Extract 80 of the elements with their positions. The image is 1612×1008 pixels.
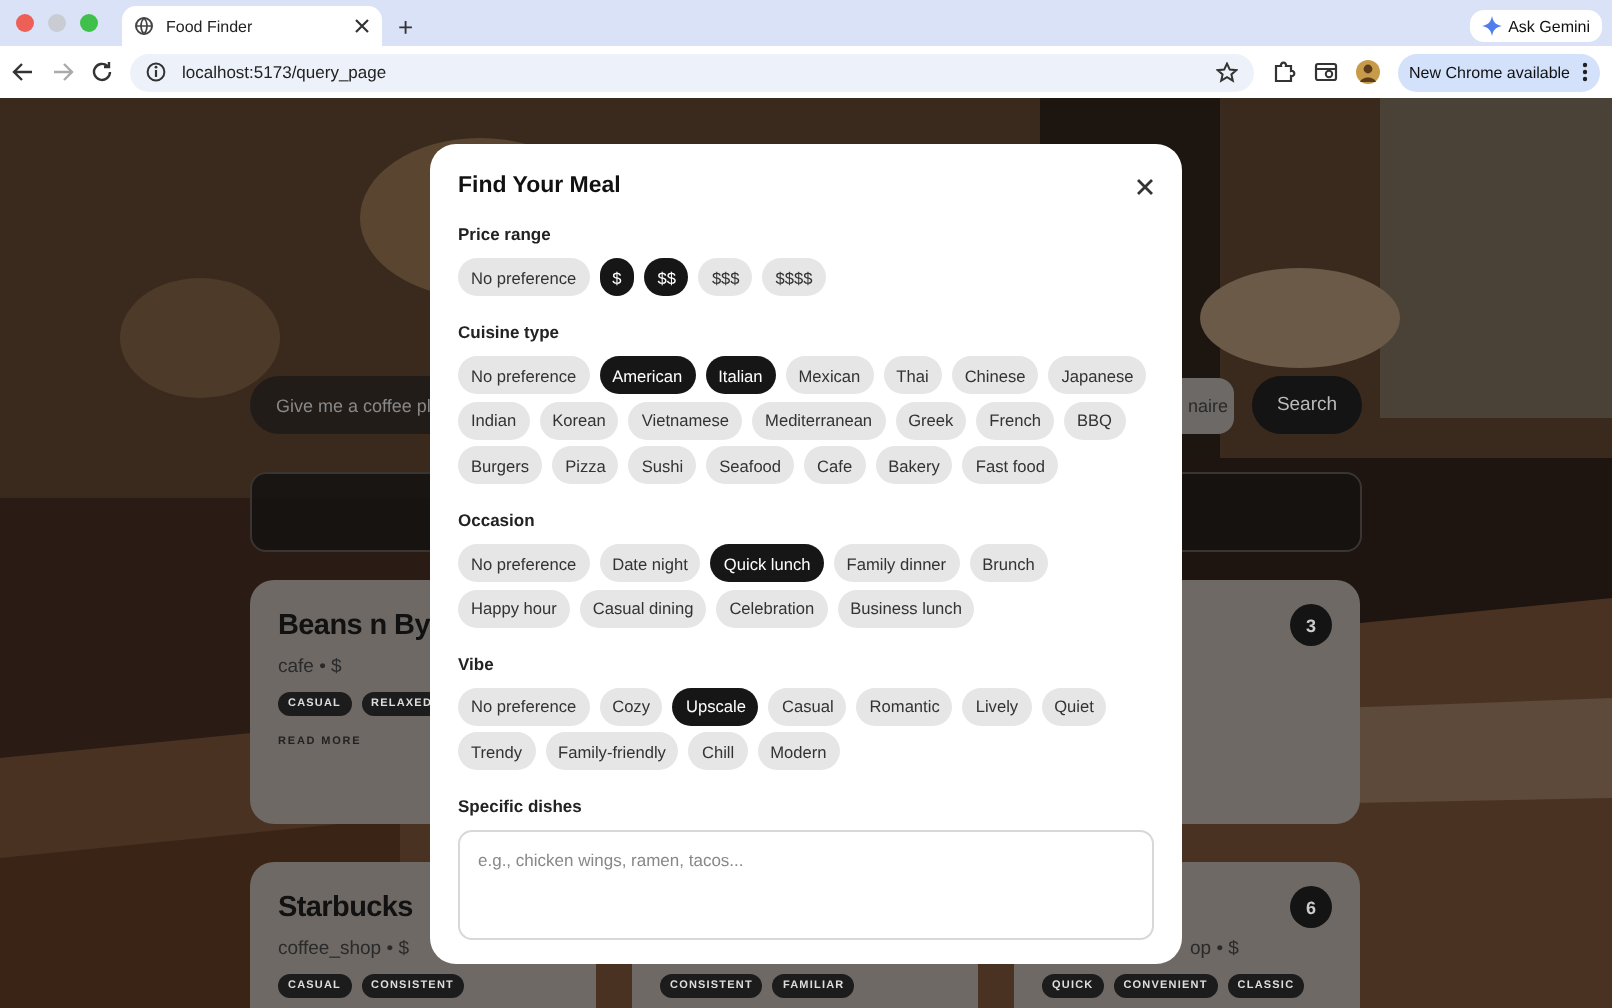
card-meta: cafe • $	[278, 656, 342, 678]
option-chip[interactable]: Happy hour	[458, 589, 570, 627]
section-label: Specific dishes	[458, 796, 584, 816]
option-chip[interactable]: Modern	[757, 732, 840, 770]
option-chip[interactable]: Quick lunch	[710, 544, 824, 582]
star-icon[interactable]	[1215, 61, 1238, 83]
option-chip[interactable]: Romantic	[856, 687, 953, 725]
close-icon[interactable]	[1136, 177, 1154, 195]
option-chip[interactable]: Quiet	[1041, 687, 1107, 725]
rank-badge: 3	[1290, 604, 1332, 646]
option-chip[interactable]: Cozy	[599, 687, 663, 725]
option-chip[interactable]: Casual	[768, 687, 847, 725]
option-chip[interactable]: Upscale	[672, 687, 759, 725]
option-chip[interactable]: BBQ	[1063, 401, 1126, 439]
option-chip[interactable]: Chill	[688, 732, 748, 770]
close-window-button[interactable]	[16, 14, 34, 32]
option-chip[interactable]: Family-friendly	[545, 732, 679, 770]
reload-icon[interactable]	[92, 62, 112, 82]
option-chip[interactable]: Italian	[705, 356, 776, 394]
section-label: Occasion	[458, 510, 537, 530]
option-chip[interactable]: Cafe	[804, 446, 866, 484]
address-bar[interactable]: localhost:5173/query_page	[130, 53, 1254, 91]
section-label: Cuisine type	[458, 322, 562, 342]
ask-gemini-button[interactable]: Ask Gemini	[1470, 10, 1602, 42]
option-chip[interactable]: Chinese	[951, 356, 1039, 394]
puzzle-icon[interactable]	[1271, 60, 1296, 84]
option-chip[interactable]: $$$$	[762, 258, 826, 296]
option-chip[interactable]: $	[599, 258, 635, 296]
close-icon[interactable]	[354, 18, 370, 34]
option-chip[interactable]: Fast food	[962, 446, 1058, 484]
option-chip[interactable]: No preference	[458, 258, 590, 296]
option-chip[interactable]: Trendy	[458, 732, 536, 770]
update-button[interactable]: New Chrome available	[1397, 53, 1600, 91]
option-chip[interactable]: Vietnamese	[628, 401, 743, 439]
info-icon[interactable]	[146, 62, 166, 82]
card-meta: coffee_shop • $	[278, 938, 409, 960]
option-chip[interactable]: Business lunch	[837, 589, 975, 627]
option-chip[interactable]: Indian	[458, 401, 530, 439]
option-chip[interactable]: No preference	[458, 544, 590, 582]
option-chip[interactable]: Casual dining	[579, 589, 707, 627]
option-chip[interactable]: Celebration	[716, 589, 828, 627]
option-chip[interactable]: Japanese	[1048, 356, 1147, 394]
option-chip[interactable]: $$	[644, 258, 689, 296]
option-chip[interactable]: Greek	[895, 401, 967, 439]
option-chip[interactable]: Sushi	[628, 446, 697, 484]
back-icon[interactable]	[12, 62, 34, 82]
option-chip[interactable]: $$$	[698, 258, 753, 296]
card-title: Beans n By	[278, 610, 430, 644]
option-chip[interactable]: Korean	[539, 401, 619, 439]
option-chip[interactable]: Lively	[962, 687, 1032, 725]
browser-tab[interactable]: Food Finder	[122, 6, 382, 46]
new-tab-button[interactable]: +	[398, 14, 414, 40]
dialog-title: Find Your Meal	[458, 174, 621, 198]
dishes-field[interactable]: e.g., chicken wings, ramen, tacos...	[458, 830, 1154, 940]
option-chip[interactable]: American	[599, 356, 696, 394]
option-chip[interactable]: Family dinner	[833, 544, 960, 582]
option-chip[interactable]: Burgers	[458, 446, 543, 484]
option-chip[interactable]: Date night	[599, 544, 701, 582]
card-title: Starbucks	[278, 892, 413, 926]
more-icon[interactable]	[1582, 62, 1588, 82]
option-chip[interactable]: French	[976, 401, 1054, 439]
option-chip[interactable]: No preference	[458, 687, 590, 725]
option-chip[interactable]: Pizza	[552, 446, 619, 484]
option-chip[interactable]: Seafood	[706, 446, 795, 484]
tab-title: Food Finder	[166, 17, 255, 35]
tab-search-icon[interactable]	[1313, 60, 1338, 84]
option-chip[interactable]: Mediterranean	[752, 401, 886, 439]
section-label: Vibe	[458, 653, 496, 673]
search-button[interactable]: Search	[1252, 376, 1362, 434]
option-chip[interactable]: Mexican	[785, 356, 874, 394]
section-label: Price range	[458, 224, 553, 244]
avatar-icon[interactable]	[1355, 60, 1380, 84]
option-chip[interactable]: Thai	[883, 356, 942, 394]
globe-icon	[134, 16, 154, 36]
card-meta: op • $	[1190, 938, 1239, 960]
option-chip[interactable]: Brunch	[969, 544, 1048, 582]
option-chip[interactable]: No preference	[458, 356, 590, 394]
sparkle-icon	[1482, 16, 1503, 36]
option-chip[interactable]: Bakery	[875, 446, 953, 484]
rank-badge: 6	[1290, 886, 1332, 928]
